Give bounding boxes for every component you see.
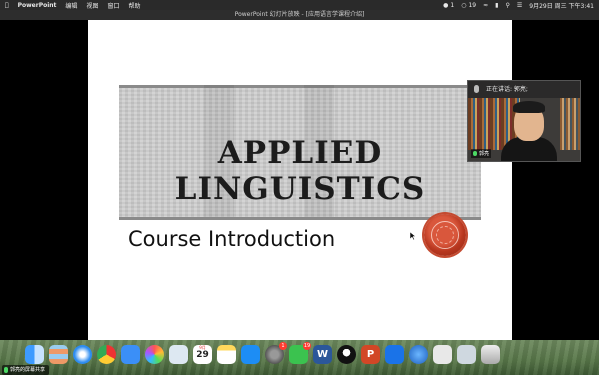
mic-active-icon bbox=[473, 151, 477, 156]
speaking-header: 正在讲话: 郭亮; bbox=[468, 81, 580, 98]
screenshot-icon[interactable] bbox=[433, 345, 452, 364]
preview-icon[interactable] bbox=[169, 345, 188, 364]
dock: 9月 29 1 19 W P bbox=[0, 340, 599, 375]
menu-edit[interactable]: 编辑 bbox=[65, 1, 77, 10]
calendar-day: 29 bbox=[196, 350, 209, 360]
notification-badge: 1 bbox=[279, 342, 287, 350]
menu-bar:  PowerPoint 编辑 视图 窗口 帮助 ●1 ○19 ≈ ▮ ⚲ ☰ … bbox=[0, 0, 599, 10]
trash-icon[interactable] bbox=[481, 345, 500, 364]
menu-view[interactable]: 视图 bbox=[86, 1, 98, 10]
window-title: PowerPoint 幻灯片放映 - [应用语言学课程介绍] bbox=[0, 10, 599, 20]
slide-subtitle: Course Introduction bbox=[128, 227, 336, 251]
participant-name: 郭亮 bbox=[479, 151, 490, 157]
speaking-label: 正在讲话: 郭亮; bbox=[486, 86, 528, 93]
battery-icon[interactable]: ▮ bbox=[495, 2, 498, 9]
powerpoint-icon[interactable]: P bbox=[361, 345, 380, 364]
chrome-icon[interactable] bbox=[97, 345, 116, 364]
menu-window[interactable]: 窗口 bbox=[107, 1, 119, 10]
launchpad-icon[interactable] bbox=[49, 345, 68, 364]
mouse-cursor-icon bbox=[410, 232, 416, 240]
seal-emblem bbox=[424, 214, 466, 256]
safari-icon[interactable] bbox=[73, 345, 92, 364]
slide-title: Applied Linguistics bbox=[174, 135, 426, 207]
photos-icon[interactable] bbox=[145, 345, 164, 364]
finder-icon[interactable] bbox=[25, 345, 44, 364]
clock[interactable]: 9月29日 周三 下午3:41 bbox=[529, 1, 594, 10]
appstore-icon[interactable] bbox=[241, 345, 260, 364]
bell-icon: ● bbox=[443, 1, 449, 9]
word-icon[interactable]: W bbox=[313, 345, 332, 364]
network-icon[interactable] bbox=[409, 345, 428, 364]
system-preferences-icon[interactable]: 1 bbox=[265, 342, 287, 364]
speaker-hair bbox=[513, 101, 545, 113]
wifi-icon[interactable]: ≈ bbox=[483, 2, 488, 9]
slide-canvas[interactable]: Applied Linguistics Course Introduction bbox=[88, 20, 512, 342]
menu-help[interactable]: 帮助 bbox=[128, 1, 140, 10]
participant-name-tag: 郭亮 bbox=[471, 149, 492, 158]
title-banner: Applied Linguistics bbox=[119, 85, 481, 220]
mic-icon bbox=[474, 85, 479, 93]
wechat-icon[interactable]: 19 bbox=[289, 342, 311, 364]
notification-badge: 19 bbox=[303, 342, 311, 350]
tencent-meeting-icon[interactable] bbox=[385, 345, 404, 364]
notes-icon[interactable] bbox=[217, 345, 236, 364]
control-center-icon[interactable]: ☰ bbox=[517, 2, 522, 9]
qq-icon[interactable] bbox=[337, 345, 356, 364]
notification-status[interactable]: ● 1 bbox=[443, 2, 454, 9]
bookshelf-background bbox=[560, 98, 580, 150]
chat-icon: ○ bbox=[461, 1, 467, 9]
screen-share-indicator[interactable]: 郭亮的屏幕共享 bbox=[2, 365, 50, 375]
app-menu[interactable]: PowerPoint bbox=[18, 2, 57, 9]
calendar-icon[interactable]: 9月 29 bbox=[193, 345, 212, 364]
video-panel[interactable]: 正在讲话: 郭亮; 郭亮 bbox=[467, 80, 581, 162]
mail-icon[interactable] bbox=[121, 345, 140, 364]
apple-menu-icon[interactable]:  bbox=[5, 2, 9, 9]
display-icon[interactable] bbox=[457, 345, 476, 364]
search-icon[interactable]: ⚲ bbox=[505, 2, 509, 9]
wechat-status[interactable]: ○ 19 bbox=[461, 2, 476, 9]
